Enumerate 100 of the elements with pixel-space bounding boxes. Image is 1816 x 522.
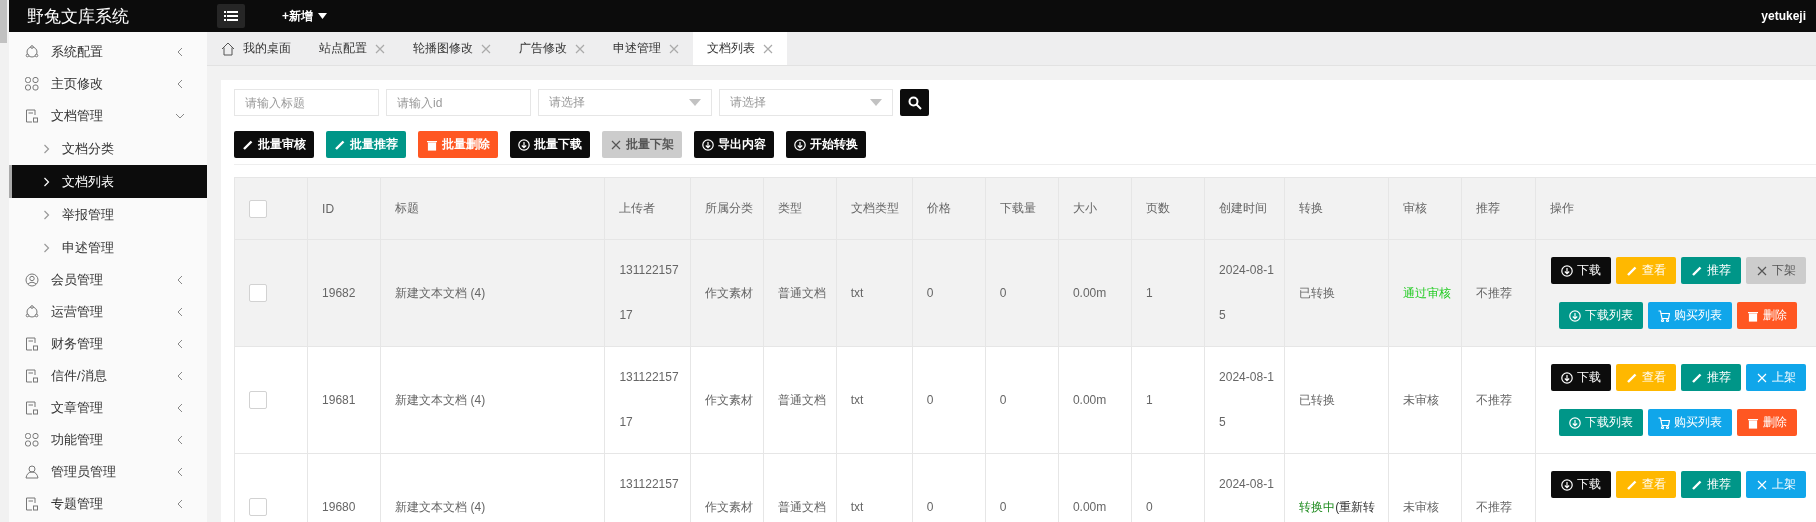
sidebar-item[interactable]: 会员管理 xyxy=(9,264,207,296)
select-all-checkbox[interactable] xyxy=(249,199,267,218)
close-icon[interactable] xyxy=(481,43,491,54)
close-icon[interactable] xyxy=(575,43,585,54)
search-button[interactable] xyxy=(900,89,929,116)
action-button[interactable]: 下载列表 xyxy=(1559,302,1644,329)
sidebar-item[interactable]: 功能管理 xyxy=(9,424,207,456)
sidebar-subitem[interactable]: 申述管理 xyxy=(9,231,207,264)
download-icon xyxy=(1569,416,1582,429)
conversion-status: 转换中 xyxy=(1299,499,1336,514)
title-cell: 新建文本文档 (4) xyxy=(395,392,486,407)
pages-cell: 1 xyxy=(1146,393,1153,407)
sidebar-subitem[interactable]: 举报管理 xyxy=(9,198,207,231)
action-button[interactable]: 下载 xyxy=(1550,471,1611,498)
download-icon xyxy=(1560,478,1573,491)
download-icon xyxy=(1560,264,1573,277)
reconvert-link[interactable]: (重新转 xyxy=(1335,499,1376,514)
chevron-right-icon xyxy=(43,143,50,154)
conversion-status: 已转换 xyxy=(1299,285,1336,300)
row-checkbox[interactable] xyxy=(249,391,267,409)
toolbar-button[interactable]: 开始转换 xyxy=(786,131,866,158)
action-button[interactable]: 下载 xyxy=(1550,257,1611,284)
column-header: 页数 xyxy=(1131,177,1205,240)
add-menu[interactable]: +新增 xyxy=(282,7,327,25)
tab[interactable]: 申述管理 xyxy=(599,32,693,65)
dropdown-icon xyxy=(689,99,701,106)
sidebar-item[interactable]: 文章管理 xyxy=(9,392,207,424)
user-name[interactable]: yetukeji xyxy=(1761,9,1806,23)
type-cell: 普通文档 xyxy=(777,285,826,300)
close-icon[interactable] xyxy=(763,43,773,54)
cross-icon xyxy=(1755,371,1768,384)
tab[interactable]: 广告修改 xyxy=(505,32,599,65)
file-type-cell: txt xyxy=(850,286,864,300)
column-header: 所属分类 xyxy=(690,177,764,240)
action-button[interactable]: 推荐 xyxy=(1680,257,1741,284)
sidebar-subitem[interactable]: 文档分类 xyxy=(9,132,207,165)
column-header: 创建时间 xyxy=(1204,177,1285,240)
row-checkbox[interactable] xyxy=(249,284,267,302)
input-field[interactable]: 请输入标题 xyxy=(234,89,379,116)
column-header: 上传者 xyxy=(604,177,691,240)
table-row[interactable]: 19681 新建文本文档 (4) 13112215717 作文素材 普通文档 txt 0 0 0.00m 1 2024-08-15 已转换 未审核 不推荐 下载 查看 推荐 上架 下载列表 购买列表 删除 xyxy=(234,346,1816,454)
sidebar-subitem[interactable]: 文档列表 xyxy=(9,165,207,198)
toolbar-button[interactable]: 批量下载 xyxy=(510,131,590,158)
trash-icon xyxy=(1747,309,1760,322)
close-icon[interactable] xyxy=(669,43,679,54)
toolbar-button[interactable]: 批量审核 xyxy=(234,131,314,158)
menu-icon xyxy=(224,10,238,22)
id-cell: 19682 xyxy=(322,286,356,300)
column-header: 文档类型 xyxy=(836,177,913,240)
table-row[interactable]: 19680 新建文本文档 (4) 131122157 作文素材 普通文档 txt 0 0 0.00m 0 2024-08-1 转换中(重新转 未审核 不推荐 下载 查看 推荐 上架 xyxy=(234,453,1816,522)
download-icon xyxy=(1560,371,1573,384)
tab[interactable]: 文档列表 xyxy=(693,32,787,65)
sidebar-item[interactable]: 财务管理 xyxy=(9,328,207,360)
sidebar-item[interactable]: 运营管理 xyxy=(9,296,207,328)
tab[interactable]: 我的桌面 xyxy=(207,32,305,65)
sidebar-item[interactable]: 专题管理 xyxy=(9,488,207,520)
person-icon xyxy=(25,465,39,479)
toolbar-button[interactable]: 导出内容 xyxy=(694,131,774,158)
document-icon xyxy=(25,337,39,351)
menu-button[interactable] xyxy=(217,4,245,28)
download-icon xyxy=(518,138,530,151)
tab[interactable]: 轮播图修改 xyxy=(399,32,505,65)
download-icon xyxy=(702,138,714,151)
id-cell: 19681 xyxy=(322,393,356,407)
type-cell: 普通文档 xyxy=(777,392,826,407)
close-icon[interactable] xyxy=(375,43,385,54)
audit-status: 通过审核 xyxy=(1403,285,1452,300)
action-button[interactable]: 推荐 xyxy=(1680,364,1741,391)
column-header: 大小 xyxy=(1058,177,1132,240)
action-button[interactable]: 下载列表 xyxy=(1559,409,1644,436)
audit-status: 未审核 xyxy=(1403,392,1440,407)
sidebar-item[interactable]: 系统配置 xyxy=(9,36,207,68)
cart-icon xyxy=(1658,309,1671,322)
price-cell: 0 xyxy=(926,286,934,300)
sidebar-item[interactable]: 信件/消息 xyxy=(9,360,207,392)
column-header: 类型 xyxy=(763,177,837,240)
action-button[interactable]: 下载 xyxy=(1550,364,1611,391)
grid-icon xyxy=(25,433,39,447)
action-button[interactable]: 推荐 xyxy=(1680,471,1741,498)
document-icon xyxy=(25,401,39,415)
column-header: 标题 xyxy=(380,177,605,240)
type-cell: 普通文档 xyxy=(777,499,826,514)
pencil-icon xyxy=(1625,478,1638,491)
sidebar-item[interactable]: 文档管理 xyxy=(9,100,207,132)
input-field[interactable]: 请输入id xyxy=(386,89,531,116)
toolbar-button[interactable]: 批量推荐 xyxy=(326,131,406,158)
cross-icon xyxy=(1755,478,1768,491)
sidebar-item[interactable]: 管理员管理 xyxy=(9,456,207,488)
recommend-cell: 不推荐 xyxy=(1476,285,1513,300)
cross-icon xyxy=(1755,264,1768,277)
column-header: ID xyxy=(307,177,381,240)
chevron-right-icon xyxy=(43,209,50,220)
pages-cell: 0 xyxy=(1146,500,1153,514)
pencil-icon xyxy=(242,138,254,151)
document-icon xyxy=(25,369,39,383)
tab[interactable]: 站点配置 xyxy=(305,32,399,65)
sidebar-item[interactable]: 主页修改 xyxy=(9,68,207,100)
row-checkbox[interactable] xyxy=(249,498,267,516)
column-header: 下载量 xyxy=(985,177,1059,240)
scrollbar-thumb[interactable] xyxy=(0,0,7,43)
